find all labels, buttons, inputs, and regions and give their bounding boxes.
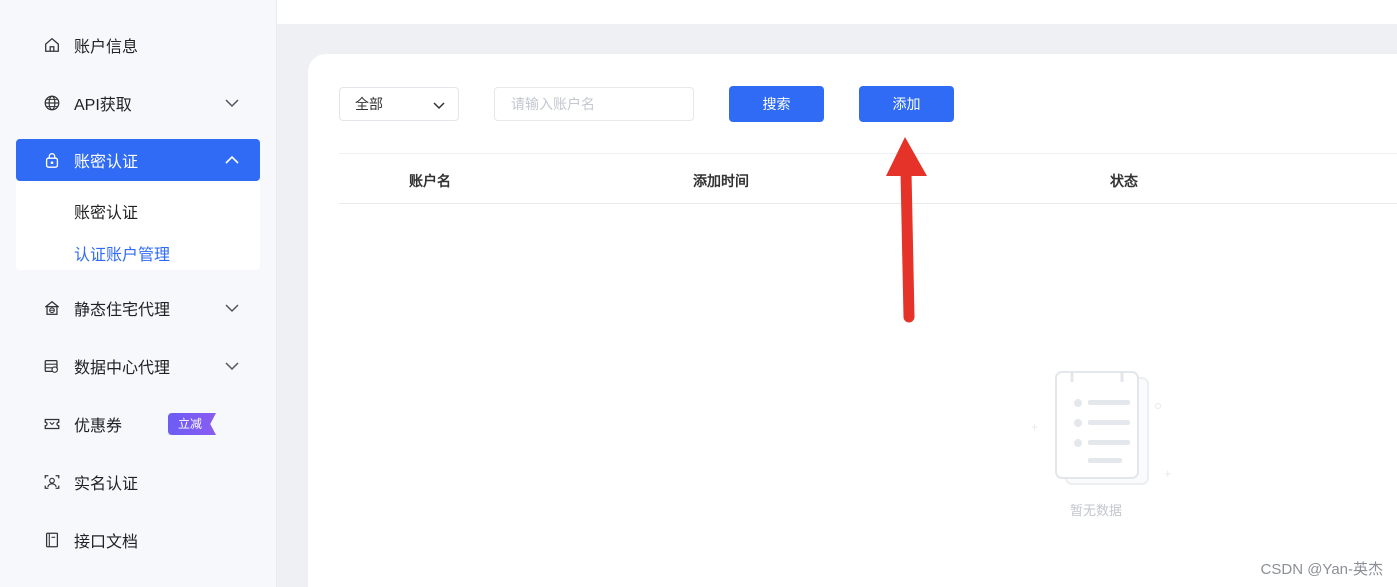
chevron-down-icon bbox=[225, 304, 239, 313]
document-icon bbox=[42, 530, 62, 550]
search-button[interactable]: 搜索 bbox=[729, 86, 824, 122]
sidebar-item-label: 接口文档 bbox=[74, 534, 139, 551]
sidebar-item-datacenter-proxy[interactable]: 数据中心代理 bbox=[16, 345, 260, 387]
chevron-down-icon bbox=[433, 102, 445, 110]
home-icon bbox=[42, 35, 62, 55]
empty-clipboard-icon: + + bbox=[1031, 371, 1172, 485]
table-header: 账户名 添加时间 状态 bbox=[339, 153, 1397, 204]
lock-icon bbox=[42, 150, 62, 170]
id-verify-icon bbox=[42, 472, 62, 492]
submenu-item-auth-account-management[interactable]: 认证账户管理 bbox=[74, 241, 170, 265]
column-header-account-name: 账户名 bbox=[409, 173, 451, 189]
sidebar: 账户信息 API获取 账密认证 账密认证 认证账户管理 静态住宅代理 数据中心代… bbox=[0, 0, 277, 587]
status-filter-select[interactable]: 全部 bbox=[339, 87, 459, 121]
red-arrow-annotation bbox=[886, 137, 927, 323]
discount-badge: 立减 bbox=[168, 413, 217, 435]
sidebar-item-label: API获取 bbox=[74, 97, 132, 114]
sidebar-item-coupons[interactable]: 优惠券 bbox=[16, 403, 260, 445]
sidebar-item-label: 数据中心代理 bbox=[74, 360, 171, 377]
sidebar-item-label: 优惠券 bbox=[74, 418, 123, 435]
sidebar-item-label: 静态住宅代理 bbox=[74, 302, 171, 319]
top-bar bbox=[277, 0, 1397, 24]
add-button[interactable]: 添加 bbox=[859, 86, 954, 122]
residential-proxy-icon bbox=[42, 298, 62, 318]
sidebar-item-static-residential-proxy[interactable]: 静态住宅代理 bbox=[16, 287, 260, 329]
chevron-up-icon bbox=[225, 155, 239, 164]
content-card bbox=[308, 54, 1397, 587]
empty-state-text: 暂无数据 bbox=[1070, 503, 1123, 518]
chevron-down-icon bbox=[225, 99, 239, 108]
svg-text:+: + bbox=[1031, 420, 1038, 434]
sidebar-item-label: 账密认证 bbox=[74, 154, 139, 171]
sidebar-item-label: 账户信息 bbox=[74, 39, 139, 56]
submenu-item-password-auth[interactable]: 账密认证 bbox=[74, 199, 138, 223]
sidebar-item-api[interactable]: API获取 bbox=[16, 82, 260, 124]
chevron-down-icon bbox=[225, 362, 239, 371]
sidebar-item-real-name-verification[interactable]: 实名认证 bbox=[16, 461, 260, 503]
sidebar-item-api-docs[interactable]: 接口文档 bbox=[16, 519, 260, 561]
status-filter-value: 全部 bbox=[355, 96, 383, 112]
sidebar-item-password-auth[interactable]: 账密认证 bbox=[16, 139, 260, 181]
sidebar-item-label: 实名认证 bbox=[74, 476, 139, 493]
column-header-added-time: 添加时间 bbox=[693, 173, 749, 189]
globe-icon bbox=[42, 93, 62, 113]
column-header-status: 状态 bbox=[1110, 173, 1138, 189]
sidebar-item-account-info[interactable]: 账户信息 bbox=[16, 24, 260, 66]
ticket-icon bbox=[42, 414, 62, 434]
submenu-password-auth: 账密认证 认证账户管理 bbox=[16, 181, 260, 270]
watermark: CSDN @Yan-英杰 bbox=[1260, 561, 1383, 578]
svg-text:+: + bbox=[1164, 466, 1172, 481]
datacenter-icon bbox=[42, 356, 62, 376]
account-name-search-input[interactable] bbox=[494, 87, 694, 121]
